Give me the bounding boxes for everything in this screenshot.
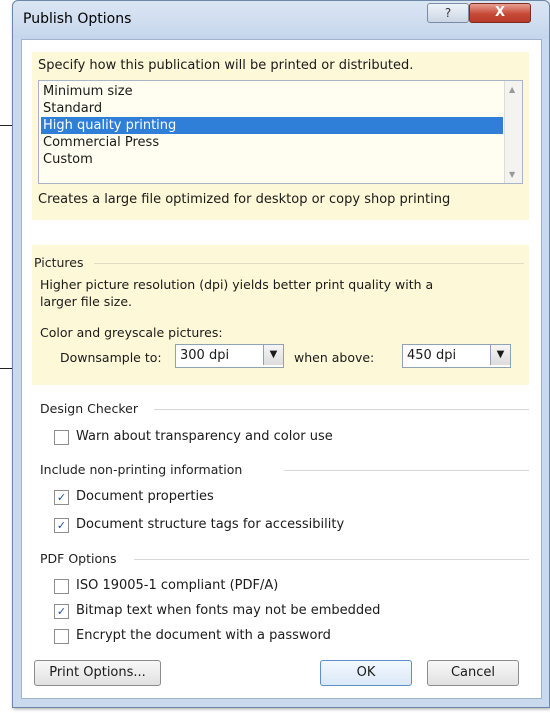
non-printing-heading: Include non-printing information — [40, 462, 243, 477]
print-options-button[interactable]: Print Options... — [34, 660, 161, 686]
transparency-checkbox-label[interactable]: Warn about transparency and color use — [76, 429, 333, 444]
structure-tags-checkbox[interactable]: ✓ — [54, 518, 69, 533]
bitmap-text-checkbox[interactable]: ✓ — [54, 604, 69, 619]
non-printing-divider — [284, 470, 529, 471]
list-item-minimum-size[interactable]: Minimum size — [41, 83, 503, 100]
when-above-value: 450 dpi — [407, 348, 457, 363]
transparency-checkbox[interactable] — [54, 430, 69, 445]
color-greyscale-label: Color and greyscale pictures: — [40, 325, 223, 340]
design-checker-divider — [154, 409, 529, 410]
iso-compliant-label[interactable]: ISO 19005-1 compliant (PDF/A) — [76, 578, 278, 593]
when-above-label: when above: — [294, 350, 375, 365]
publish-mode-section: Specify how this publication will be pri… — [32, 52, 529, 220]
close-icon: X — [494, 5, 506, 20]
dialog-title: Publish Options — [23, 11, 132, 27]
document-properties-checkbox[interactable]: ✓ — [54, 490, 69, 505]
downsample-label: Downsample to: — [60, 350, 162, 365]
publish-mode-prompt: Specify how this publication will be pri… — [38, 58, 414, 73]
pdf-options-heading: PDF Options — [40, 551, 117, 566]
list-item-custom[interactable]: Custom — [41, 151, 503, 168]
downsample-dropdown[interactable]: 300 dpi ▼ — [175, 344, 284, 368]
publish-mode-description: Creates a large file optimized for deskt… — [38, 192, 451, 207]
structure-tags-label[interactable]: Document structure tags for accessibilit… — [76, 517, 344, 532]
listbox-scrollbar[interactable]: ▲ ▼ — [504, 81, 522, 183]
title-bar: Publish Options ? X — [13, 1, 549, 39]
cancel-button[interactable]: Cancel — [427, 660, 519, 686]
iso-compliant-checkbox[interactable] — [54, 579, 69, 594]
publish-mode-listbox[interactable]: Minimum size Standard High quality print… — [38, 80, 523, 184]
publish-options-dialog: Publish Options ? X Specify how this pub… — [12, 0, 550, 708]
pictures-note-line1: Higher picture resolution (dpi) yields b… — [40, 277, 434, 292]
encrypt-label[interactable]: Encrypt the document with a password — [76, 628, 331, 643]
scroll-up-arrow-icon[interactable]: ▲ — [509, 85, 515, 94]
design-checker-heading: Design Checker — [40, 401, 138, 416]
bitmap-text-label[interactable]: Bitmap text when fonts may not be embedd… — [76, 603, 380, 618]
encrypt-checkbox[interactable] — [54, 629, 69, 644]
list-item-standard[interactable]: Standard — [41, 100, 503, 117]
list-item-high-quality-printing[interactable]: High quality printing — [41, 117, 503, 134]
pdf-options-divider — [134, 559, 529, 560]
ok-button[interactable]: OK — [320, 660, 412, 686]
scroll-down-arrow-icon[interactable]: ▼ — [509, 170, 515, 179]
chevron-down-icon[interactable]: ▼ — [490, 345, 510, 365]
help-button[interactable]: ? — [427, 3, 469, 23]
pictures-heading: Pictures — [34, 255, 84, 270]
dialog-body: Specify how this publication will be pri… — [21, 39, 542, 699]
help-icon: ? — [444, 6, 452, 20]
pictures-note-line2: larger file size. — [40, 294, 133, 309]
list-item-commercial-press[interactable]: Commercial Press — [41, 134, 503, 151]
pictures-section: Pictures Higher picture resolution (dpi)… — [32, 245, 529, 385]
chevron-down-icon[interactable]: ▼ — [263, 345, 283, 365]
when-above-dropdown[interactable]: 450 dpi ▼ — [402, 344, 511, 368]
downsample-value: 300 dpi — [180, 348, 230, 363]
close-button[interactable]: X — [469, 3, 531, 23]
pictures-divider — [94, 263, 524, 264]
document-properties-label[interactable]: Document properties — [76, 489, 214, 504]
